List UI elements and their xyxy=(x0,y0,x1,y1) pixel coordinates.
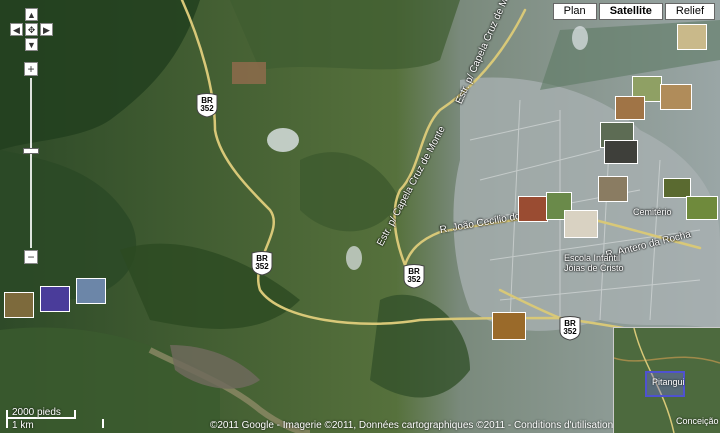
road-shield-br352-north: BR 352 xyxy=(196,92,218,118)
photo-thumbnail[interactable] xyxy=(604,140,638,164)
pan-down-icon[interactable]: ▼ xyxy=(25,38,38,51)
photo-thumbnail[interactable] xyxy=(564,210,598,238)
pan-right-icon[interactable]: ▶ xyxy=(40,23,53,36)
photo-thumbnail[interactable] xyxy=(677,24,707,50)
place-label-escola-line1: Escola Infantil xyxy=(564,253,621,263)
photo-thumbnail[interactable] xyxy=(663,178,691,198)
copyright-text: ©2011 Google - Imagerie ©2011, Données c… xyxy=(210,420,614,431)
map-canvas[interactable]: BR 352 BR 352 BR 352 BR 352 Estr. p/ Cap… xyxy=(0,0,720,433)
scale-bar: 2000 pieds 1 km xyxy=(6,407,106,431)
photo-thumbnail[interactable] xyxy=(598,176,628,202)
scale-metric-label: 1 km xyxy=(12,420,34,431)
pan-up-icon[interactable]: ▲ xyxy=(25,8,38,21)
scale-imperial-label: 2000 pieds xyxy=(12,407,61,418)
overview-label-conceicao: Conceição xyxy=(676,416,719,426)
zoom-in-button[interactable]: + xyxy=(24,62,38,76)
photo-thumbnail[interactable] xyxy=(4,292,34,318)
map-type-plan-button[interactable]: Plan xyxy=(552,3,597,20)
photo-thumbnail[interactable] xyxy=(686,196,718,220)
map-type-switcher: Plan Satellite Relief xyxy=(552,3,715,20)
photo-thumbnail[interactable] xyxy=(518,196,548,222)
photo-thumbnail[interactable] xyxy=(615,96,645,120)
photo-thumbnail[interactable] xyxy=(492,312,526,340)
pan-control: ▲ ◀ ✥ ▶ ▼ xyxy=(6,4,56,56)
zoom-slider-handle[interactable] xyxy=(23,148,39,154)
pan-left-icon[interactable]: ◀ xyxy=(10,23,23,36)
satellite-terrain xyxy=(0,0,720,433)
photo-thumbnail[interactable] xyxy=(40,286,70,312)
road-shield-br352-west: BR 352 xyxy=(251,250,273,276)
zoom-slider-line xyxy=(30,78,32,248)
road-shield-br352-center: BR 352 xyxy=(403,263,425,289)
place-label-cemiterio: Cemitério xyxy=(633,207,672,217)
zoom-slider-track[interactable] xyxy=(23,78,39,248)
zoom-out-button[interactable]: − xyxy=(24,250,38,264)
center-icon[interactable]: ✥ xyxy=(25,23,38,36)
zoom-control: + − xyxy=(23,62,39,264)
map-type-satellite-button[interactable]: Satellite xyxy=(598,3,663,20)
overview-map[interactable]: Pitangui Conceição xyxy=(613,327,720,433)
place-label-escola-line2: Jóias de Cristo xyxy=(564,263,624,273)
overview-label-pitangui: Pitangui xyxy=(652,377,685,387)
photo-thumbnail[interactable] xyxy=(76,278,106,304)
map-type-relief-button[interactable]: Relief xyxy=(664,3,715,20)
photo-thumbnail[interactable] xyxy=(660,84,692,110)
road-shield-br352-east: BR 352 xyxy=(559,315,581,341)
